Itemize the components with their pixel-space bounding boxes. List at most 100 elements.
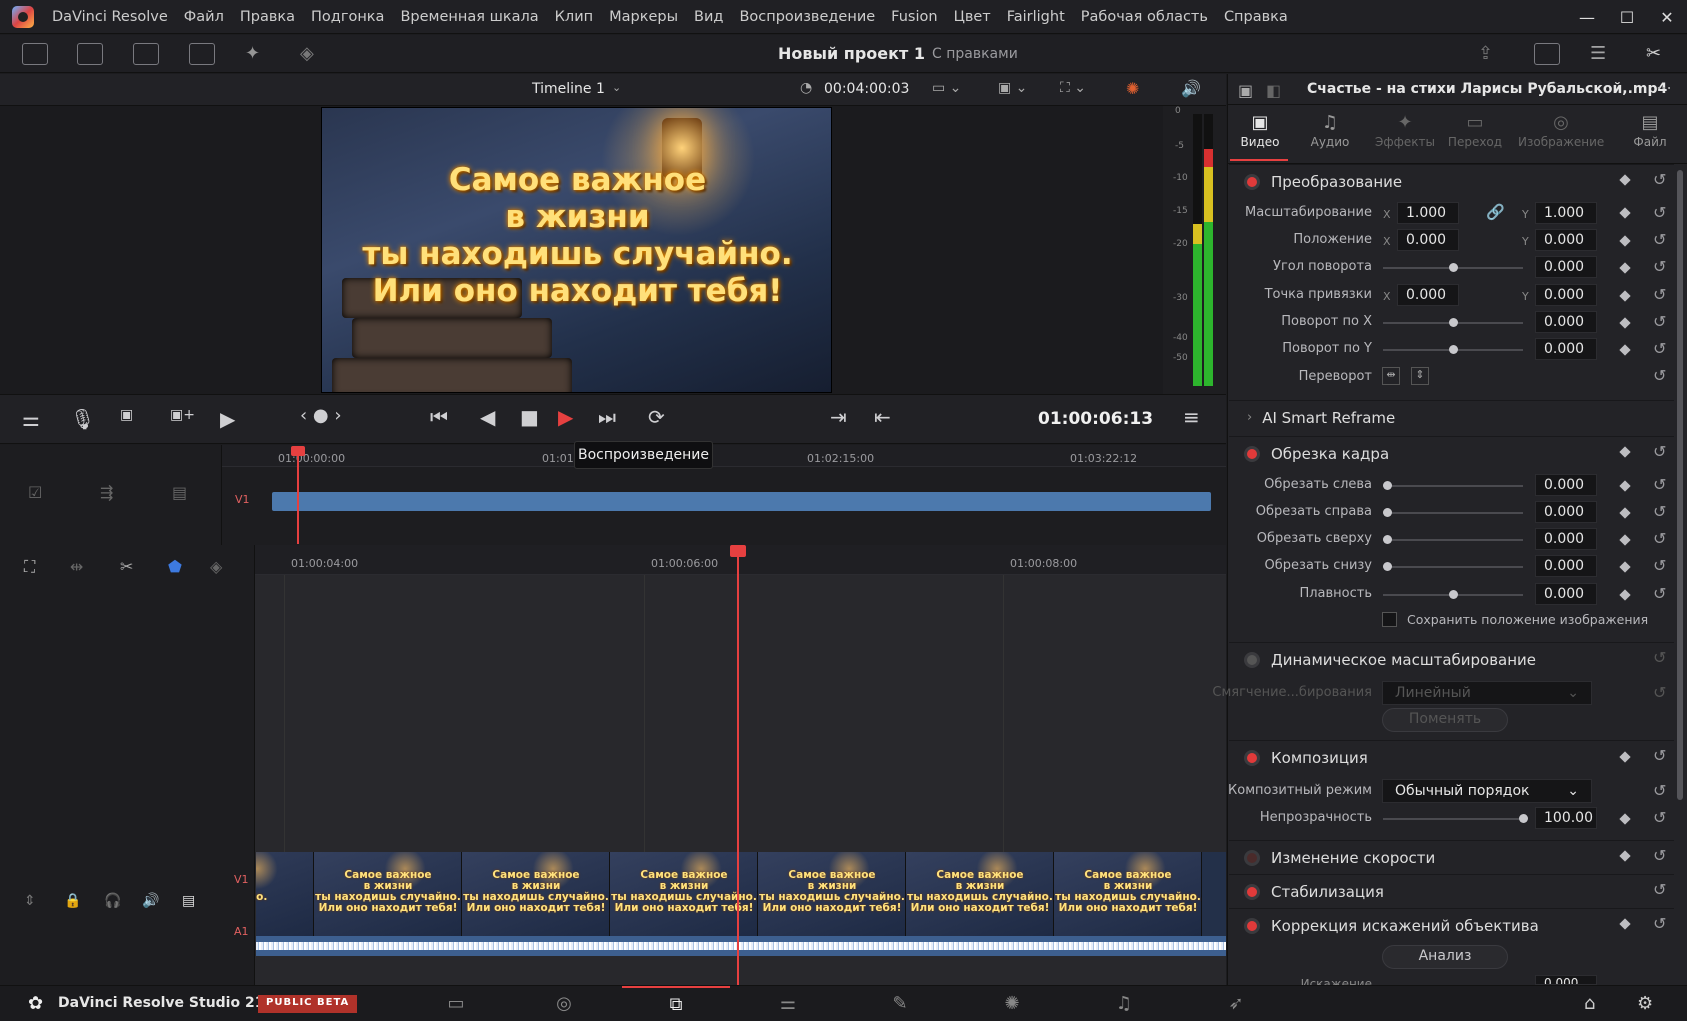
titles-icon[interactable] (189, 43, 215, 65)
zoom-y-field[interactable]: 1.000 (1535, 202, 1597, 224)
reset-icon[interactable]: ↺ (1653, 556, 1666, 575)
enable-toggle[interactable] (1247, 752, 1257, 763)
anchor-x-field[interactable]: 0.000 (1397, 284, 1459, 306)
crop-right-slider[interactable] (1383, 508, 1523, 517)
fairlight-page-icon[interactable]: ♫ (1070, 986, 1178, 1021)
menu-clip[interactable]: Клип (547, 9, 601, 25)
home-icon[interactable]: ⌂ (1584, 993, 1595, 1014)
timeline-playhead[interactable] (737, 547, 739, 985)
flag-icon[interactable]: ⬟ (168, 557, 182, 576)
video-clip-v1[interactable]: лучайно. Самое важное в жизни ты находиш… (256, 852, 1226, 936)
yaw-field[interactable]: 0.000 (1535, 338, 1597, 360)
reset-icon[interactable]: ↺ (1653, 312, 1666, 331)
flip-horizontal-icon[interactable]: ⇹ (1382, 367, 1400, 385)
reset-icon[interactable]: ↺ (1653, 366, 1666, 385)
edit-page-icon[interactable]: ⧉ (622, 986, 730, 1021)
tab-file[interactable]: ▤ Файл (1626, 112, 1674, 149)
composite-mode-dropdown[interactable]: Обычный порядок ⌄ (1382, 779, 1592, 803)
mark-in-icon[interactable]: ⇥ (830, 405, 847, 429)
zoom-x-field[interactable]: 1.000 (1397, 202, 1459, 224)
transitions-icon[interactable] (133, 43, 159, 65)
section-dynamic-zoom[interactable]: Динамическое масштабирование (1229, 642, 1674, 676)
crop-left-slider[interactable] (1383, 481, 1523, 490)
anchor-y-field[interactable]: 0.000 (1535, 284, 1597, 306)
poi-add-icon[interactable]: ▣+ (170, 407, 195, 423)
tab-image[interactable]: ◎ Изображение (1518, 112, 1604, 149)
reset-icon[interactable]: ↺ (1653, 285, 1666, 304)
crop-right-field[interactable]: 0.000 (1535, 501, 1597, 523)
inspector-tools-icon[interactable]: ✂ (1646, 43, 1672, 65)
menu-markers[interactable]: Маркеры (601, 9, 686, 25)
enable-toggle[interactable] (1247, 176, 1257, 187)
stop-icon[interactable]: ■ (520, 405, 539, 429)
reset-icon[interactable]: ↺ (1653, 880, 1666, 899)
more-icon[interactable]: ⋯ (1656, 78, 1672, 97)
reset-icon[interactable]: ↺ (1653, 203, 1666, 222)
loop-icon[interactable]: ⟳ (648, 405, 665, 429)
yaw-slider[interactable] (1383, 345, 1523, 354)
timeline-options-icon[interactable]: ⚌ (22, 407, 40, 431)
minimize-icon[interactable]: — (1567, 0, 1607, 34)
softness-field[interactable]: 0.000 (1535, 583, 1597, 605)
softness-slider[interactable] (1383, 590, 1523, 599)
nav-prev-icon[interactable]: ‹ ● › (300, 405, 342, 426)
menu-edit[interactable]: Правка (232, 9, 303, 25)
enable-toggle[interactable] (1247, 886, 1257, 897)
crop-left-field[interactable]: 0.000 (1535, 474, 1597, 496)
viewer-zoom-icon[interactable]: ▭ ⌄ (932, 80, 961, 96)
menu-icon[interactable]: ≡ (1183, 405, 1200, 429)
tab-effects[interactable]: ✦ Эффекты (1373, 112, 1437, 149)
menu-playback[interactable]: Воспроизведение (731, 9, 883, 25)
section-smart-reframe[interactable]: › AI Smart Reframe (1229, 400, 1674, 434)
reset-icon[interactable]: ↺ (1653, 230, 1666, 249)
pitch-field[interactable]: 0.000 (1535, 311, 1597, 333)
ease-dropdown[interactable]: Линейный ⌄ (1382, 681, 1592, 705)
upper-playhead-handle[interactable] (291, 446, 305, 456)
tab-video[interactable]: ▣ Видео (1236, 112, 1284, 149)
reset-icon[interactable]: ↺ (1653, 529, 1666, 548)
effects-wand-icon[interactable]: ✦ (245, 43, 271, 65)
reset-icon[interactable]: ↺ (1653, 442, 1666, 461)
cut-page-icon[interactable]: ◎ (510, 986, 618, 1021)
audio-clip-a1[interactable] (256, 936, 1226, 956)
reset-icon[interactable]: ↺ (1653, 846, 1666, 865)
timeline-selector[interactable]: Timeline 1 (532, 81, 605, 97)
menu-view[interactable]: Вид (686, 9, 731, 25)
trim-icon[interactable]: ⇹ (70, 557, 83, 576)
media-pool-icon[interactable] (22, 43, 48, 65)
menu-help[interactable]: Справка (1216, 9, 1296, 25)
play-reverse-icon[interactable]: ◀ (480, 405, 495, 429)
video-frame[interactable]: Самое важное в жизни ты находишь случайн… (321, 107, 832, 393)
sync-bin-icon[interactable] (77, 43, 103, 65)
microphone-icon[interactable]: 🎙 (70, 407, 95, 431)
crop-bottom-slider[interactable] (1383, 562, 1523, 571)
opacity-slider[interactable] (1383, 814, 1528, 823)
section-speed[interactable]: Изменение скорости (1229, 840, 1674, 874)
speaker-icon[interactable]: 🔊 (1181, 79, 1201, 98)
reset-icon[interactable]: ↺ (1653, 502, 1666, 521)
reset-icon[interactable]: ↺ (1653, 170, 1666, 189)
menu-file[interactable]: Файл (176, 9, 232, 25)
menu-fairlight[interactable]: Fairlight (999, 9, 1073, 25)
fusion-page-icon[interactable]: ⚌ (734, 986, 842, 1021)
viewer-quality-icon[interactable]: ▣ ⌄ (998, 80, 1027, 96)
thumbnail-icon[interactable]: ▣ (1238, 81, 1253, 100)
retain-checkbox[interactable] (1382, 612, 1397, 627)
go-to-start-icon[interactable]: ⏮ (430, 405, 448, 429)
reset-icon[interactable]: ↺ (1653, 683, 1666, 702)
section-lens-correction[interactable]: Коррекция искажений объектива (1229, 908, 1674, 942)
distortion-field[interactable]: 0.000 (1535, 975, 1597, 985)
headphones-icon[interactable]: 🎧 (104, 893, 121, 909)
upper-playhead[interactable] (297, 448, 299, 544)
menu-timeline[interactable]: Временная шкала (392, 9, 546, 25)
tab-transition[interactable]: ▭ Переход (1445, 112, 1505, 149)
reset-icon[interactable]: ↺ (1653, 781, 1666, 800)
enable-toggle[interactable] (1247, 852, 1257, 863)
menu-color[interactable]: Цвет (946, 9, 999, 25)
reset-icon[interactable]: ↺ (1653, 584, 1666, 603)
deliver-page-icon[interactable]: ➶ (1182, 986, 1290, 1021)
pitch-slider[interactable] (1383, 318, 1523, 327)
opacity-field[interactable]: 100.00 (1535, 807, 1597, 829)
reset-icon[interactable]: ↺ (1653, 339, 1666, 358)
reset-icon[interactable]: ↺ (1653, 914, 1666, 933)
